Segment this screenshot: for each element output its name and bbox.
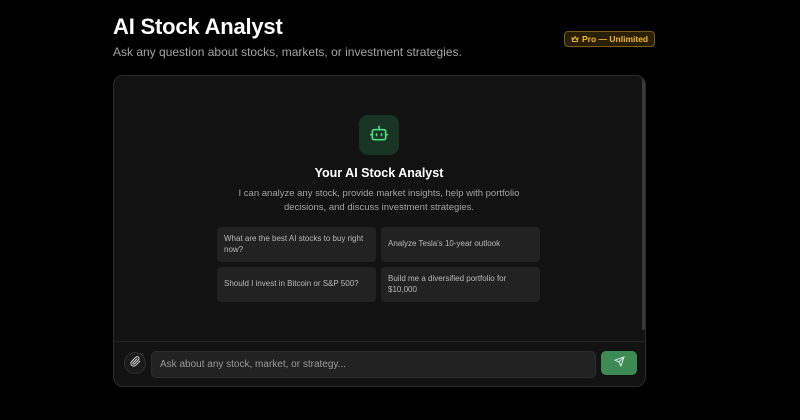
bot-icon <box>369 123 389 148</box>
bot-avatar <box>359 115 399 155</box>
message-input[interactable] <box>151 351 596 378</box>
suggestion-button[interactable]: What are the best AI stocks to buy right… <box>217 227 376 262</box>
suggestion-button[interactable]: Should I invest in Bitcoin or S&P 500? <box>217 267 376 302</box>
composer-divider <box>114 341 645 342</box>
suggestion-label: Analyze Tesla's 10-year outlook <box>388 239 501 249</box>
suggestion-label: Should I invest in Bitcoin or S&P 500? <box>224 279 359 289</box>
chat-scrollbar[interactable] <box>642 78 645 330</box>
crown-icon <box>571 35 579 43</box>
suggestion-label: What are the best AI stocks to buy right… <box>224 234 364 254</box>
page: AI Stock Analyst Ask any question about … <box>0 0 800 420</box>
chat-panel: Your AI Stock Analyst I can analyze any … <box>113 75 646 387</box>
suggestion-label: Build me a diversified portfolio for $10… <box>388 274 507 294</box>
page-subtitle: Ask any question about stocks, markets, … <box>113 45 462 59</box>
plan-badge-label: Pro — Unlimited <box>582 34 649 44</box>
paperclip-icon <box>129 354 141 372</box>
attach-button[interactable] <box>124 352 146 374</box>
send-button[interactable] <box>601 351 637 375</box>
suggestion-button[interactable]: Analyze Tesla's 10-year outlook <box>381 227 540 262</box>
suggestion-button[interactable]: Build me a diversified portfolio for $10… <box>381 267 540 302</box>
plan-badge: Pro — Unlimited <box>564 31 656 47</box>
welcome-description: I can analyze any stock, provide market … <box>238 188 520 213</box>
send-icon <box>613 354 625 372</box>
page-title: AI Stock Analyst <box>113 14 283 39</box>
welcome-title: Your AI Stock Analyst <box>314 166 444 180</box>
